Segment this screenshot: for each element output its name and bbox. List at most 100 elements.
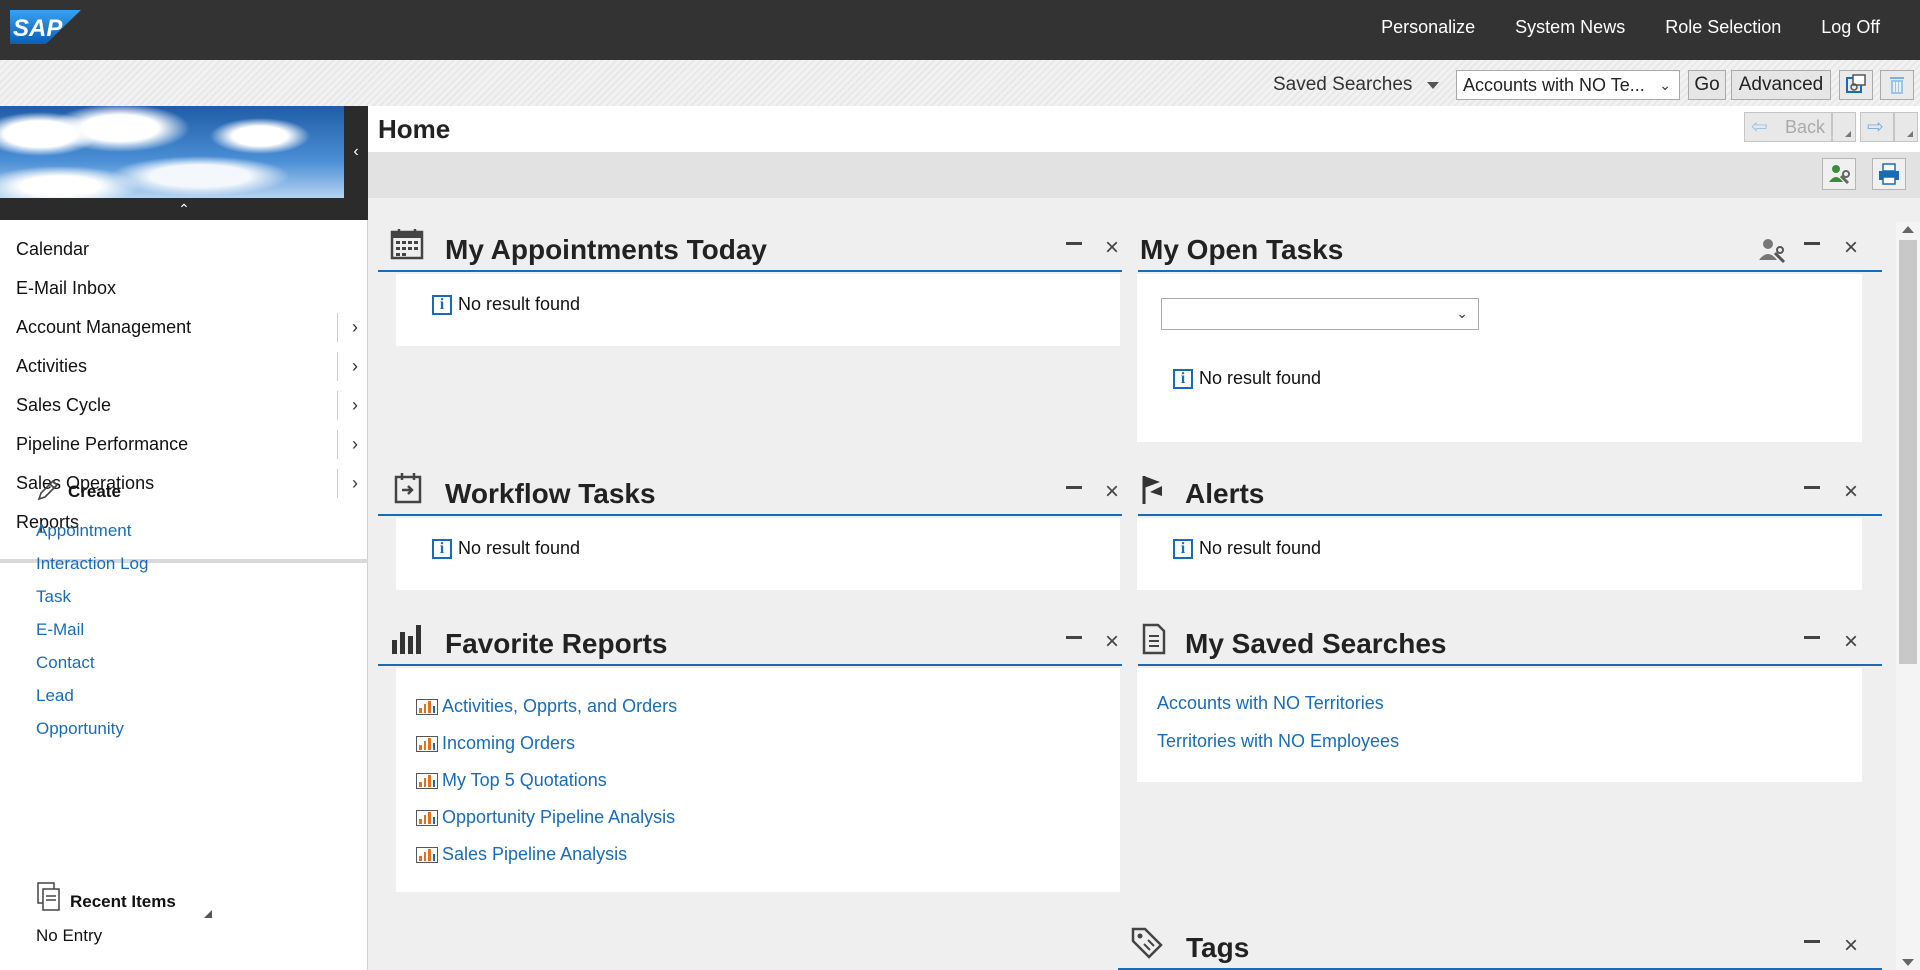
nav-item-calendar[interactable]: Calendar (0, 230, 368, 269)
role-selection-link[interactable]: Role Selection (1665, 17, 1781, 38)
personalize-panel-icon[interactable] (1758, 236, 1786, 264)
task-filter-select[interactable]: ⌄ (1161, 298, 1479, 330)
personalize-link[interactable]: Personalize (1381, 17, 1475, 38)
nav-item-label: Pipeline Performance (16, 434, 189, 454)
appointments-panel-header: My Appointments Today × (378, 226, 1122, 272)
divider (337, 352, 338, 381)
appointments-panel-title: My Appointments Today (445, 234, 767, 265)
create-task-link[interactable]: Task (36, 580, 148, 613)
nav-item-email-inbox[interactable]: E-Mail Inbox (0, 269, 368, 308)
tags-panel-header: Tags × (1118, 924, 1882, 970)
sap-logo[interactable]: SAP (10, 10, 81, 44)
favorite-reports-panel-title: Favorite Reports (445, 628, 668, 659)
vertical-scrollbar[interactable] (1896, 222, 1920, 970)
close-icon[interactable]: × (1844, 234, 1858, 262)
alert-flag-icon (1142, 476, 1162, 504)
report-link[interactable]: Sales Pipeline Analysis (416, 836, 677, 873)
create-contact-link[interactable]: Contact (36, 646, 148, 679)
nav-item-label: E-Mail Inbox (16, 278, 117, 298)
system-news-link[interactable]: System News (1515, 17, 1625, 38)
resize-corner-icon[interactable] (204, 910, 212, 918)
appointments-empty: i No result found (432, 294, 580, 315)
info-icon: i (432, 294, 452, 315)
forward-button[interactable]: ⇨ (1860, 112, 1894, 142)
back-button[interactable]: ⇦ Back (1744, 112, 1832, 142)
divider (337, 469, 338, 498)
open-tasks-empty: i No result found (1173, 368, 1321, 389)
close-icon[interactable]: × (1844, 628, 1858, 656)
report-link[interactable]: Activities, Opprts, and Orders (416, 688, 677, 725)
report-label: Activities, Opprts, and Orders (442, 696, 678, 716)
dropdown-corner-icon (1845, 131, 1851, 137)
minimize-icon[interactable] (1804, 242, 1820, 245)
alerts-panel-body: i No result found (1137, 518, 1862, 590)
favorite-reports-panel-header: Favorite Reports × (378, 620, 1122, 666)
minimize-icon[interactable] (1804, 940, 1820, 943)
workflow-panel-header: Workflow Tasks × (378, 470, 1122, 516)
chevron-right-icon[interactable]: › (352, 386, 358, 425)
saved-search-link[interactable]: Accounts with NO Territories (1157, 684, 1399, 722)
minimize-icon[interactable] (1804, 486, 1820, 489)
nav-item-account-management[interactable]: Account Management › (0, 308, 368, 347)
toolbar (368, 152, 1920, 198)
search-settings-icon[interactable] (1839, 70, 1873, 100)
trash-icon[interactable] (1880, 70, 1914, 100)
minimize-icon[interactable] (1804, 636, 1820, 639)
nav-item-pipeline-performance[interactable]: Pipeline Performance › (0, 425, 368, 464)
collapse-banner-icon[interactable]: ⌃ (0, 198, 368, 220)
close-icon[interactable]: × (1105, 628, 1119, 656)
back-history-button[interactable] (1832, 112, 1856, 142)
alerts-panel-header: Alerts × (1138, 470, 1882, 516)
open-tasks-panel-body: ⌄ i No result found (1137, 274, 1862, 442)
nav-item-activities[interactable]: Activities › (0, 347, 368, 386)
create-email-link[interactable]: E-Mail (36, 613, 148, 646)
saved-searches-label[interactable]: Saved Searches (1273, 74, 1412, 96)
nav-item-label: Activities (16, 356, 88, 376)
chevron-right-icon[interactable]: › (352, 347, 358, 386)
report-label: Sales Pipeline Analysis (442, 844, 628, 864)
report-link[interactable]: Opportunity Pipeline Analysis (416, 799, 677, 836)
minimize-icon[interactable] (1066, 242, 1082, 245)
nav-item-sales-cycle[interactable]: Sales Cycle › (0, 386, 368, 425)
report-icon (416, 698, 438, 715)
caret-down-icon[interactable] (1427, 82, 1439, 89)
collapse-sidebar-icon[interactable]: ‹ (344, 106, 368, 198)
create-interaction-log-link[interactable]: Interaction Log (36, 547, 148, 580)
bar-chart-icon (392, 625, 421, 654)
tags-panel-title: Tags (1186, 932, 1250, 963)
back-arrow-icon: ⇦ (1751, 116, 1768, 138)
chevron-right-icon[interactable]: › (352, 464, 358, 503)
create-title: Create (68, 482, 121, 501)
divider (337, 391, 338, 420)
close-icon[interactable]: × (1844, 932, 1858, 960)
alerts-empty: i No result found (1173, 538, 1321, 559)
create-lead-link[interactable]: Lead (36, 679, 148, 712)
report-label: My Top 5 Quotations (442, 770, 607, 790)
scrollbar-thumb[interactable] (1899, 240, 1917, 664)
saved-search-select[interactable]: Accounts with NO Te... ⌄ (1456, 70, 1680, 100)
chevron-right-icon[interactable]: › (352, 425, 358, 464)
print-icon[interactable] (1872, 158, 1906, 190)
saved-search-link[interactable]: Territories with NO Employees (1157, 722, 1399, 760)
create-appointment-link[interactable]: Appointment (36, 514, 148, 547)
minimize-icon[interactable] (1066, 636, 1082, 639)
tag-icon (1131, 927, 1163, 959)
nav-item-label: Account Management (16, 317, 192, 337)
minimize-icon[interactable] (1066, 486, 1082, 489)
open-tasks-empty-text: No result found (1199, 368, 1322, 388)
close-icon[interactable]: × (1105, 234, 1119, 262)
forward-history-button[interactable] (1894, 112, 1918, 142)
go-button[interactable]: Go (1688, 70, 1726, 100)
chevron-right-icon[interactable]: › (352, 308, 358, 347)
personalize-layout-icon[interactable] (1822, 158, 1856, 190)
create-opportunity-link[interactable]: Opportunity (36, 712, 148, 745)
report-link[interactable]: My Top 5 Quotations (416, 762, 677, 799)
nav-item-label: Calendar (16, 239, 90, 259)
advanced-button[interactable]: Advanced (1731, 70, 1831, 100)
scroll-down-icon[interactable] (1902, 959, 1914, 966)
log-off-link[interactable]: Log Off (1821, 17, 1880, 38)
report-link[interactable]: Incoming Orders (416, 725, 677, 762)
scroll-up-icon[interactable] (1902, 226, 1914, 233)
close-icon[interactable]: × (1105, 478, 1119, 506)
close-icon[interactable]: × (1844, 478, 1858, 506)
